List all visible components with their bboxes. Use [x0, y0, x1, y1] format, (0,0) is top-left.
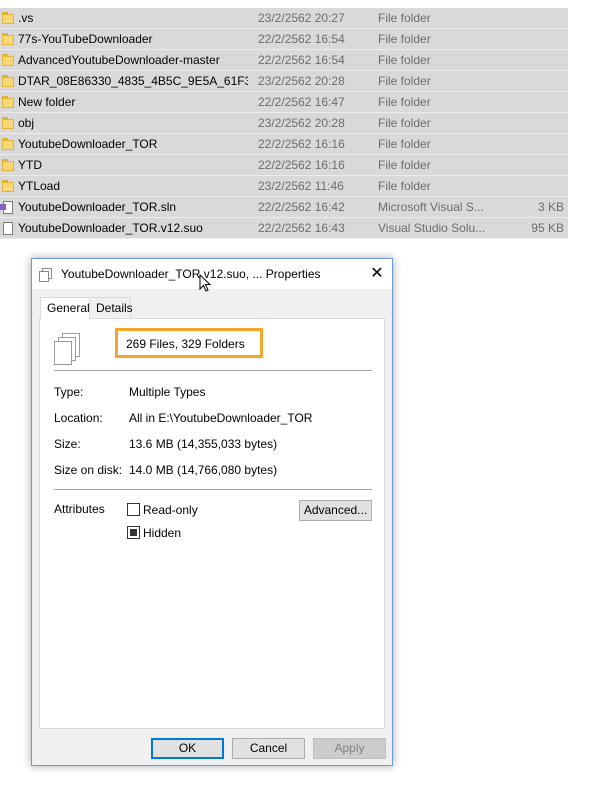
file-name: YoutubeDownloader_TOR.sln	[18, 200, 177, 214]
file-name: obj	[18, 116, 35, 130]
file-row[interactable]: New folder 22/2/2562 16:47 File folder	[0, 92, 568, 113]
file-name: YTD	[18, 158, 42, 172]
file-name: YoutubeDownloader_TOR.v12.suo	[18, 221, 203, 235]
file-date: 23/2/2562 20:28	[258, 116, 345, 130]
attributes-label: Attributes	[54, 502, 105, 516]
folder-icon	[2, 12, 14, 24]
readonly-checkbox[interactable]	[127, 503, 140, 516]
mouse-pointer-icon	[199, 274, 211, 292]
file-date: 23/2/2562 20:27	[258, 11, 345, 25]
file-row[interactable]: YTD 22/2/2562 16:16 File folder	[0, 155, 568, 176]
tab-details[interactable]: Details	[89, 297, 133, 319]
folder-icon	[2, 138, 14, 150]
file-date: 22/2/2562 16:54	[258, 32, 345, 46]
file-date: 22/2/2562 16:47	[258, 95, 345, 109]
file-type: File folder	[378, 137, 431, 151]
file-type: File folder	[378, 158, 431, 172]
location-value: All in E:\YoutubeDownloader_TOR	[129, 411, 313, 425]
file-name: AdvancedYoutubeDownloader-master	[18, 53, 220, 67]
file-row[interactable]: obj 23/2/2562 20:28 File folder	[0, 113, 568, 134]
folder-icon	[2, 75, 14, 87]
file-type: File folder	[378, 116, 431, 130]
hidden-label[interactable]: Hidden	[143, 526, 181, 540]
file-row[interactable]: YoutubeDownloader_TOR.v12.suo 22/2/2562 …	[0, 218, 568, 239]
file-type: File folder	[378, 53, 431, 67]
folder-icon	[2, 117, 14, 129]
hidden-checkbox[interactable]	[127, 526, 140, 539]
readonly-label[interactable]: Read-only	[143, 503, 198, 517]
sln-file-icon	[0, 201, 14, 214]
tab-general[interactable]: General	[40, 297, 90, 320]
file-type: File folder	[378, 179, 431, 193]
file-row[interactable]: YTLoad 23/2/2562 11:46 File folder	[0, 176, 568, 197]
size-label: Size:	[54, 437, 81, 451]
file-row[interactable]: AdvancedYoutubeDownloader-master 22/2/25…	[0, 50, 568, 71]
divider	[54, 370, 372, 371]
file-name: New folder	[18, 95, 76, 109]
folder-icon	[2, 159, 14, 171]
size-value: 13.6 MB (14,355,033 bytes)	[129, 437, 278, 451]
file-date: 22/2/2562 16:16	[258, 137, 345, 151]
file-type: Visual Studio Solu...	[378, 221, 486, 235]
ok-button[interactable]: OK	[151, 738, 224, 759]
file-name: 77s-YouTubeDownloader	[18, 32, 153, 46]
dialog-title: YoutubeDownloader_TOR.v12.suo, ... Prope…	[61, 267, 321, 281]
file-row[interactable]: DTAR_08E86330_4835_4B5C_9E5A_61F37A... 2…	[0, 71, 568, 92]
multiple-files-icon	[54, 333, 84, 365]
file-row[interactable]: YoutubeDownloader_TOR.sln 22/2/2562 16:4…	[0, 197, 568, 218]
file-date: 23/2/2562 11:46	[258, 179, 344, 193]
advanced-button[interactable]: Advanced...	[299, 500, 372, 521]
apply-button[interactable]: Apply	[313, 738, 386, 759]
file-date: 22/2/2562 16:54	[258, 53, 345, 67]
file-date: 22/2/2562 16:42	[258, 200, 345, 214]
properties-icon-back	[39, 271, 49, 282]
file-name: .vs	[18, 11, 34, 25]
file-row[interactable]: .vs 23/2/2562 20:27 File folder	[0, 8, 568, 29]
cancel-button[interactable]: Cancel	[232, 738, 305, 759]
file-type: File folder	[378, 74, 431, 88]
file-row[interactable]: YoutubeDownloader_TOR 22/2/2562 16:16 Fi…	[0, 134, 568, 155]
file-date: 22/2/2562 16:43	[258, 221, 345, 235]
file-size: 95 KB	[531, 221, 564, 235]
suo-file-icon	[2, 222, 14, 235]
size-on-disk-label: Size on disk:	[54, 463, 123, 477]
file-date: 23/2/2562 20:28	[258, 74, 345, 88]
properties-dialog: YoutubeDownloader_TOR.v12.suo, ... Prope…	[31, 258, 393, 766]
location-label: Location:	[54, 411, 103, 425]
folder-icon	[2, 33, 14, 45]
file-list: .vs 23/2/2562 20:27 File folder 77s-YouT…	[0, 8, 568, 239]
type-label: Type:	[54, 385, 84, 399]
folder-icon	[2, 96, 14, 108]
folder-icon	[2, 180, 14, 192]
file-date: 22/2/2562 16:16	[258, 158, 345, 172]
summary-count: 269 Files, 329 Folders	[126, 337, 245, 351]
size-on-disk-value: 14.0 MB (14,766,080 bytes)	[129, 463, 278, 477]
dialog-titlebar[interactable]: YoutubeDownloader_TOR.v12.suo, ... Prope…	[32, 259, 392, 289]
file-row[interactable]: 77s-YouTubeDownloader 22/2/2562 16:54 Fi…	[0, 29, 568, 50]
file-type: File folder	[378, 32, 431, 46]
close-button[interactable]: ✕	[362, 259, 392, 289]
file-size: 3 KB	[537, 200, 564, 214]
type-value: Multiple Types	[129, 385, 206, 399]
general-panel: 269 Files, 329 Folders Type: Multiple Ty…	[39, 318, 385, 729]
file-name: DTAR_08E86330_4835_4B5C_9E5A_61F37A...	[18, 74, 248, 88]
folder-icon	[2, 54, 14, 66]
file-name: YTLoad	[18, 179, 61, 193]
file-type: Microsoft Visual S...	[378, 200, 484, 214]
file-type: File folder	[378, 95, 431, 109]
file-name: YoutubeDownloader_TOR	[18, 137, 158, 151]
file-type: File folder	[378, 11, 431, 25]
divider	[54, 489, 372, 490]
